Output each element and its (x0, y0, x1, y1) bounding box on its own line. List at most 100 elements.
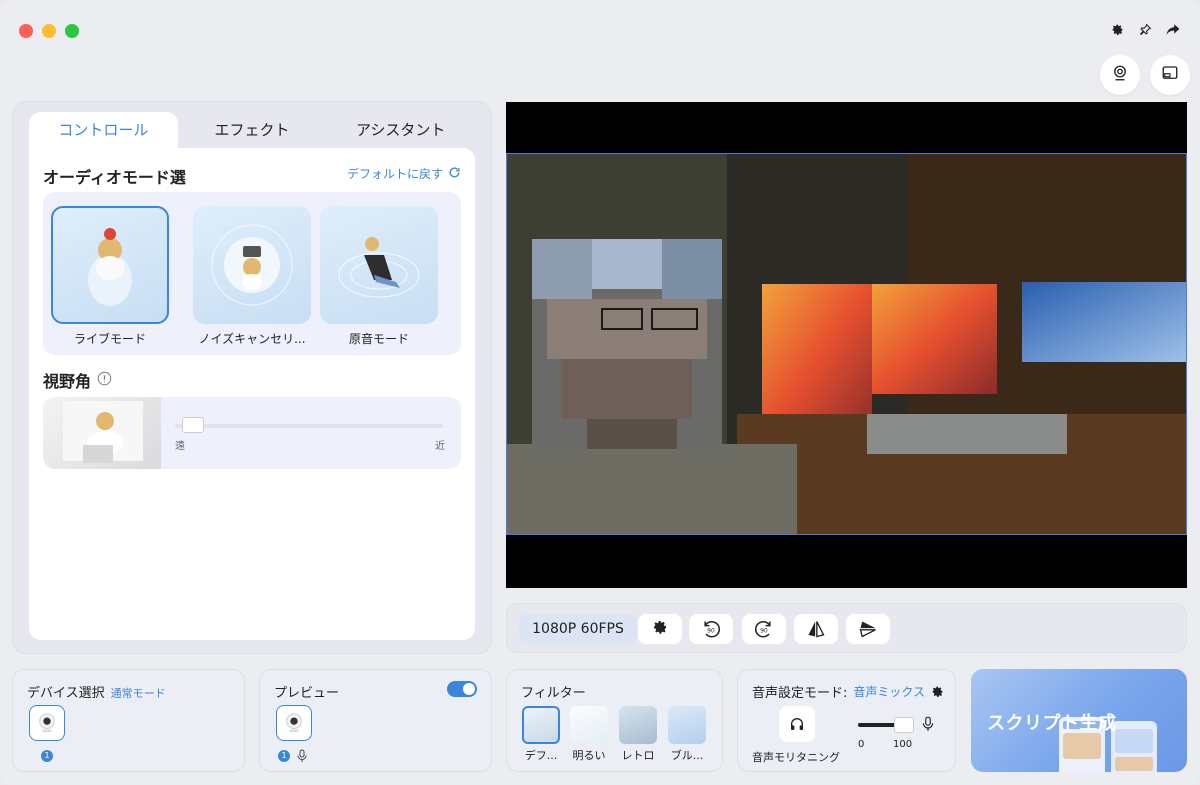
preview-count-badge: 1 (278, 750, 290, 762)
filter-card: フィルター デフ... 明るい レトロ ブル... (506, 669, 723, 772)
rotate-left-button[interactable]: 90 (689, 614, 733, 644)
filter-label: デフ... (524, 749, 558, 762)
audio-monitor-label: 音声モリタニング (752, 751, 840, 764)
preview-title: プレビュー (274, 686, 340, 701)
device-card-title: デバイス選択 通常モード (27, 682, 166, 701)
fov-preview-image (43, 397, 161, 469)
svg-text:90: 90 (707, 628, 715, 634)
video-controls: 1080P 60FPS 90 90 (506, 603, 1187, 653)
original-mode-image (320, 206, 438, 324)
mode-original[interactable]: 原音モード (320, 206, 438, 347)
reset-default-link[interactable]: デフォルトに戻す (347, 165, 461, 182)
tab-assistant[interactable]: アシスタント (326, 112, 475, 148)
volume-mic-icon (921, 716, 935, 736)
close-window-button[interactable] (19, 24, 33, 38)
filter-retro[interactable]: レトロ (619, 706, 657, 763)
rotate-right-button[interactable]: 90 (742, 614, 786, 644)
flip-vertical-button[interactable] (846, 614, 890, 644)
filter-blue[interactable]: ブル... (668, 706, 706, 763)
script-generate-label: スクリプト生成 (987, 713, 1117, 734)
audio-mode-title: オーディオモード選 (43, 168, 186, 187)
rotate-right-90-icon: 90 (754, 621, 771, 638)
filter-thumb (522, 706, 560, 744)
preview-toggle[interactable] (447, 681, 477, 697)
screen-icon (1161, 64, 1179, 86)
filter-label: 明るい (572, 749, 606, 762)
device-camera-thumb[interactable] (29, 705, 65, 741)
filter-title: フィルター (521, 686, 586, 701)
fov-title: 視野角 (43, 372, 92, 391)
volume-max-label: 100 (893, 739, 913, 750)
preview-camera-thumb[interactable] (276, 705, 312, 741)
fov-max-label: 近 (435, 441, 445, 452)
device-count-badge: 1 (41, 750, 53, 762)
resolution-selector[interactable]: 1080P 60FPS (519, 614, 637, 644)
video-preview (506, 102, 1187, 588)
settings-icon (652, 619, 668, 639)
audio-mix-link[interactable]: 音声ミックス (853, 683, 925, 700)
webcam-button[interactable] (1100, 55, 1140, 95)
audio-mode-label: 音声設定モード: (752, 686, 848, 701)
camera-device-icon (286, 713, 302, 733)
mode-live[interactable]: ライブモード (51, 206, 169, 347)
panel-tabs: コントロール エフェクト アシスタント (29, 112, 475, 148)
filter-thumb (619, 706, 657, 744)
fov-slider-track[interactable] (175, 424, 443, 428)
flip-horizontal-button[interactable] (794, 614, 838, 644)
video-settings-button[interactable] (638, 614, 682, 644)
gear-icon[interactable] (1110, 22, 1124, 36)
audio-card-header: 音声設定モード: 音声ミックス (752, 682, 944, 701)
fov-control: 遠 近 (43, 397, 461, 469)
live-mode-image (51, 206, 169, 324)
filter-thumb (570, 706, 608, 744)
refresh-icon (448, 166, 461, 182)
camera-device-icon (39, 713, 55, 733)
audio-monitor-button[interactable] (779, 706, 815, 742)
reset-label: デフォルトに戻す (346, 167, 443, 181)
filter-bright[interactable]: 明るい (570, 706, 608, 763)
fov-min-label: 遠 (175, 441, 185, 452)
device-title: デバイス選択 (27, 686, 105, 701)
svg-text:90: 90 (760, 628, 768, 634)
mode-label: 原音モード (348, 332, 409, 346)
maximize-window-button[interactable] (65, 24, 79, 38)
mode-noise-cancel[interactable]: ノイズキャンセリ... (193, 206, 311, 347)
rotate-left-90-icon: 90 (704, 621, 721, 638)
camera-feed (506, 153, 1187, 535)
info-icon[interactable] (97, 371, 112, 390)
filter-default[interactable]: デフ... (522, 706, 560, 763)
mode-label: ライブモード (73, 332, 146, 346)
flip-vertical-icon (859, 621, 876, 638)
headphones-icon (791, 718, 803, 730)
filter-label: レトロ (621, 749, 655, 762)
filter-label: ブル... (670, 749, 704, 762)
device-mode-link[interactable]: 通常モード (111, 687, 166, 700)
script-generate-button[interactable]: スクリプト生成 (971, 669, 1187, 772)
fov-heading: 視野角 (43, 368, 112, 392)
control-panel: コントロール エフェクト アシスタント オーディオモード選 デフォルトに戻す ラ… (12, 101, 492, 654)
tab-effects[interactable]: エフェクト (178, 112, 327, 148)
volume-min-label: 0 (858, 739, 865, 750)
window-controls (19, 24, 79, 38)
mode-label: ノイズキャンセリ... (198, 332, 306, 346)
flip-horizontal-icon (808, 621, 825, 638)
fov-slider-handle[interactable] (182, 417, 205, 433)
audio-settings-icon[interactable] (931, 685, 944, 698)
panel-body: オーディオモード選 デフォルトに戻す ライブモード ノイズキャンセリ... 原音… (29, 148, 475, 640)
audio-mode-options: ライブモード ノイズキャンセリ... 原音モード (43, 192, 461, 355)
app-window: コントロール エフェクト アシスタント オーディオモード選 デフォルトに戻す ラ… (0, 0, 1200, 785)
pin-icon[interactable] (1138, 22, 1152, 36)
share-icon[interactable] (1166, 22, 1180, 36)
screen-share-button[interactable] (1150, 55, 1190, 95)
preview-card: プレビュー 1 (259, 669, 492, 772)
tab-control[interactable]: コントロール (29, 112, 178, 148)
device-card: デバイス選択 通常モード 1 (12, 669, 245, 772)
noise-cancel-image (193, 206, 311, 324)
microphone-icon (296, 748, 308, 767)
top-toolbar (1110, 22, 1180, 36)
webcam-icon (1111, 64, 1129, 86)
filter-thumb (668, 706, 706, 744)
minimize-window-button[interactable] (42, 24, 56, 38)
volume-slider-handle[interactable] (894, 717, 915, 733)
audio-card: 音声設定モード: 音声ミックス 音声モリタニング 0 100 (737, 669, 956, 772)
